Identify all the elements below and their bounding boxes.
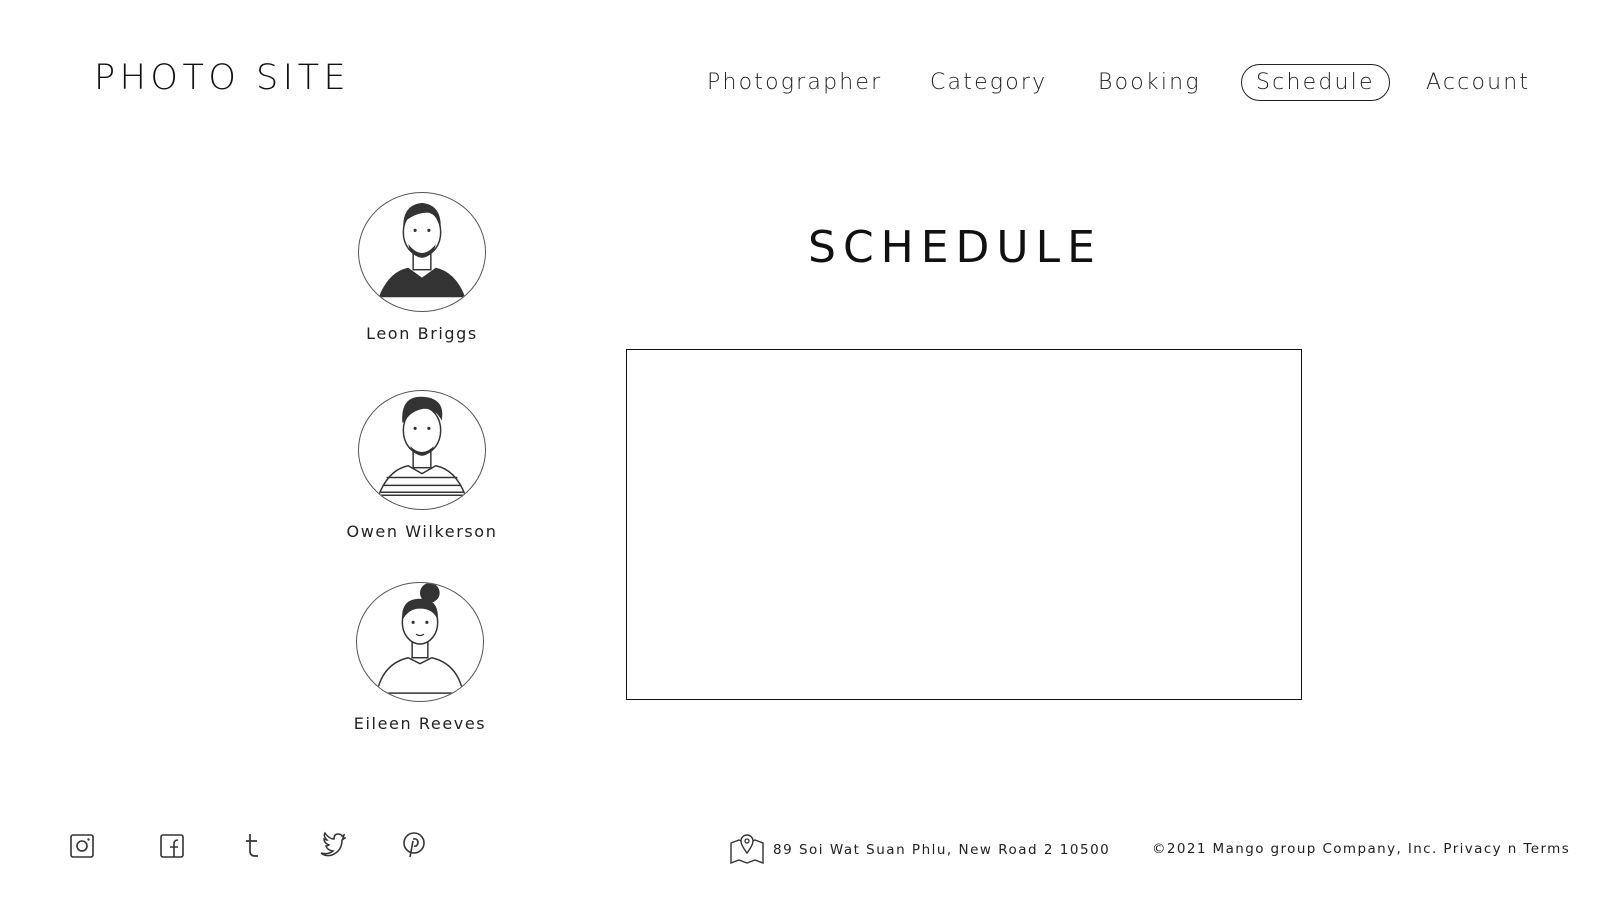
- photographer-name[interactable]: Eileen Reeves: [320, 714, 520, 733]
- photographer-name[interactable]: Leon Briggs: [322, 324, 522, 343]
- tumblr-icon[interactable]: [238, 831, 266, 861]
- site-logo[interactable]: PHOTO SITE: [94, 58, 350, 98]
- map-pin-icon: [729, 833, 765, 865]
- nav-schedule[interactable]: Schedule: [1241, 64, 1390, 101]
- facebook-icon[interactable]: [158, 831, 186, 861]
- address-text: 89 Soi Wat Suan Phlu, New Road 2 10500: [773, 842, 1111, 858]
- nav-account[interactable]: Account: [1426, 70, 1530, 95]
- avatar-man-beard-icon[interactable]: [358, 192, 486, 312]
- avatar-woman-bun-icon[interactable]: [356, 582, 484, 702]
- twitter-icon[interactable]: [318, 831, 346, 861]
- page-title: SCHEDULE: [808, 222, 1102, 273]
- nav-category[interactable]: Category: [930, 70, 1047, 95]
- schedule-panel[interactable]: [626, 349, 1302, 700]
- avatar-man-striped-shirt-icon[interactable]: [358, 390, 486, 510]
- nav-photographer[interactable]: Photographer: [707, 70, 882, 95]
- instagram-icon[interactable]: [68, 831, 96, 861]
- pinterest-icon[interactable]: [400, 831, 428, 861]
- copyright-text[interactable]: ©2021 Mango group Company, Inc. Privacy …: [1152, 841, 1570, 857]
- photographer-name[interactable]: Owen Wilkerson: [322, 522, 522, 541]
- nav-booking[interactable]: Booking: [1098, 70, 1201, 95]
